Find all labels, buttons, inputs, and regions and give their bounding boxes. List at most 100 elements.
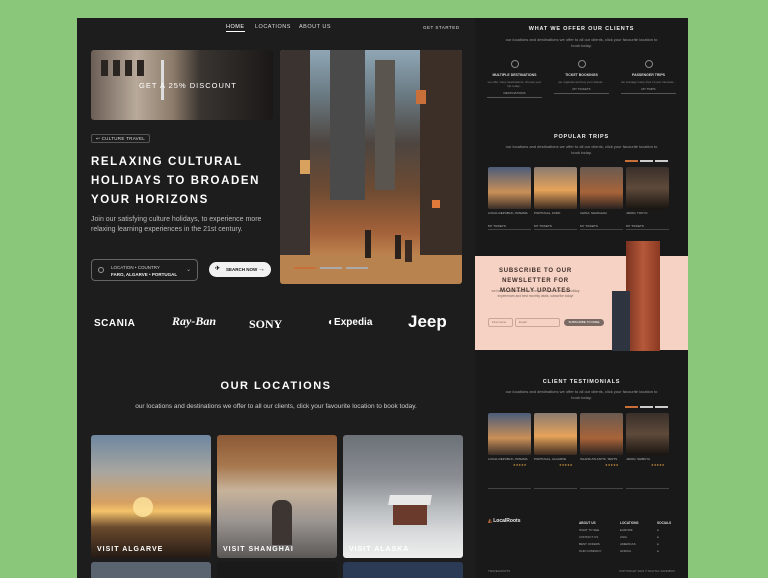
footer-link[interactable]: OUR COMPANY [579,549,601,553]
offer-item-title: TICKET BOOKINGS [565,73,598,77]
search-now-label: SEARCH NOW [226,267,258,272]
offer-item-desc: we organise and buy your tickets... [558,80,605,84]
offer-subtitle: our locations and destinations we offer … [505,37,658,48]
brand-logo-expedia: ◐ Expedia [328,317,373,328]
brand-logo-rayban: Ray-Ban [172,314,217,328]
pager-dot[interactable] [625,160,638,162]
first-name-field[interactable]: First name [488,318,513,327]
location-card-label: VISIT ALGARVE [97,546,164,553]
testimonial-thumb[interactable] [626,413,669,455]
building-image-2 [612,291,630,351]
pager-dot[interactable] [640,406,653,408]
plane-icon: ✈ [215,266,221,272]
footer-logo[interactable]: ◭ LocalRoots [488,518,520,524]
trip-link[interactable]: MY TICKETS [626,224,669,228]
trip-label: LOCAL REPUBLIC, PANAMA [488,211,528,215]
landing-page-right: WHAT WE OFFER OUR CLIENTS our locations … [475,18,688,578]
location-card-label: VISIT SHANGHAI [223,546,294,553]
location-card-more-1[interactable] [91,562,211,578]
star-rating: ★★★★★ [559,463,573,467]
location-card-more-3[interactable] [343,562,463,578]
testimonial-label: JAPAN, SHIBUYA [626,457,651,461]
location-card-algarve[interactable]: VISIT ALGARVE [91,435,211,558]
testimonial-thumb[interactable] [534,413,577,455]
social-icon[interactable]: ● [657,542,659,546]
location-value: FARO, ALGARVE • PORTUGAL [111,272,178,277]
location-card-label: VISIT ALASKA [349,546,410,553]
social-icon[interactable]: ● [657,549,659,553]
arrow-right-icon: → [258,266,265,273]
footer-link[interactable]: CONTACT US [579,535,598,539]
footer-link[interactable]: EUROPE [620,528,633,532]
location-card-alaska[interactable]: VISIT ALASKA [343,435,463,558]
trip-thumb[interactable] [580,167,623,209]
testimonial-label: PORTUGAL, ALGARVE [534,457,567,461]
location-selector[interactable]: LOCATION • COUNTRY FARO, ALGARVE • PORTU… [91,259,198,281]
copyright-text: COPYRIGHT 2024 © DIGITAL SANDBOX [618,569,675,573]
footer-link[interactable]: AFRICA [620,549,631,553]
social-icon[interactable]: ● [657,528,659,532]
brand-logo-sony: SONY [249,317,283,331]
locations-subtitle: our locations and destinations we offer … [135,403,417,410]
footer-link[interactable]: ASIA [620,535,627,539]
offer-item-link[interactable]: MY TICKETS [554,87,609,94]
carousel-dot-1[interactable] [294,267,316,269]
location-card-shanghai[interactable]: VISIT SHANGHAI [217,435,337,558]
discount-banner-image[interactable]: GET A 25% DISCOUNT [91,50,273,120]
search-now-button[interactable]: ✈ SEARCH NOW → [209,262,271,277]
trip-link[interactable]: MY TICKETS [580,224,623,228]
pager-dot[interactable] [655,406,668,408]
carousel-dot-3[interactable] [346,267,368,269]
trip-label: JAPAN, TOKYO [626,211,648,215]
trip-link[interactable]: MY TICKETS [534,224,577,228]
hero-city-image [280,50,462,284]
testimonial-thumb[interactable] [488,413,531,455]
divider [626,229,669,230]
offer-item: TICKET BOOKINGS we organise and buy your… [554,60,609,94]
landing-page-left: HOME LOCATIONS ABOUT US GET STARTED GET … [77,18,475,578]
footer-link[interactable]: BEST OFFERS [579,542,600,546]
testimonial-label: LOCAL REPUBLIC, PANAMA [488,457,528,461]
popular-trips-title: POPULAR TRIPS [553,134,609,140]
location-card-more-2[interactable] [217,562,337,578]
subscribe-button[interactable]: SUBSCRIBE TO FREE [564,319,604,326]
carousel-dot-2[interactable] [320,267,342,269]
star-rating: ★★★★★ [605,463,619,467]
trip-thumb[interactable] [534,167,577,209]
trip-thumb[interactable] [626,167,669,209]
culture-travel-badge: ↩ CULTURE TRAVEL [91,134,151,143]
brand-logo-jeep: Jeep [408,312,447,331]
get-started-link[interactable]: GET STARTED [423,25,460,30]
trip-link[interactable]: MY TICKETS [488,224,531,228]
pager-dot[interactable] [655,160,668,162]
offer-item-link[interactable]: MY TRIPS [621,87,676,94]
social-icon[interactable]: ● [657,535,659,539]
testimonial-thumb[interactable] [580,413,623,455]
offer-item-link[interactable]: DESTINATIONS [487,91,542,98]
pager-dot[interactable] [625,406,638,408]
testimonial-label: ISLAND ATLANTIS, TENTS [580,457,618,461]
globe-icon [510,60,519,68]
email-field[interactable]: Email [515,318,560,327]
nav-about[interactable]: ABOUT US [299,24,331,30]
pager-dot[interactable] [640,160,653,162]
trip-thumb[interactable] [488,167,531,209]
logo-icon: ◭ [488,518,492,524]
brand-logo-scania: SCANIA [94,318,136,329]
divider [580,229,623,230]
divider [488,488,531,489]
offer-item-title: PASSENGER TRIPS [632,73,665,77]
nav-home[interactable]: HOME [226,24,245,32]
testimonials-title: CLIENT TESTIMONIALS [542,379,621,385]
top-nav: HOME LOCATIONS ABOUT US GET STARTED [77,21,475,35]
trip-label: PORTUGAL, FARO [534,211,561,215]
star-rating: ★★★★★ [651,463,665,467]
building-image [626,241,660,351]
offer-item-desc: we manage many trips of your interests..… [621,80,676,84]
popular-trips-subtitle: our locations and destinations we offer … [505,144,658,155]
offer-item: PASSENGER TRIPS we manage many trips of … [621,60,676,94]
footer-link[interactable]: AMERICAS [620,542,636,546]
footer-link[interactable]: WHAT TO SEE [579,528,599,532]
hero-subtitle: Join our satisfying culture holidays, to… [91,216,262,233]
nav-locations[interactable]: LOCATIONS [255,24,291,30]
